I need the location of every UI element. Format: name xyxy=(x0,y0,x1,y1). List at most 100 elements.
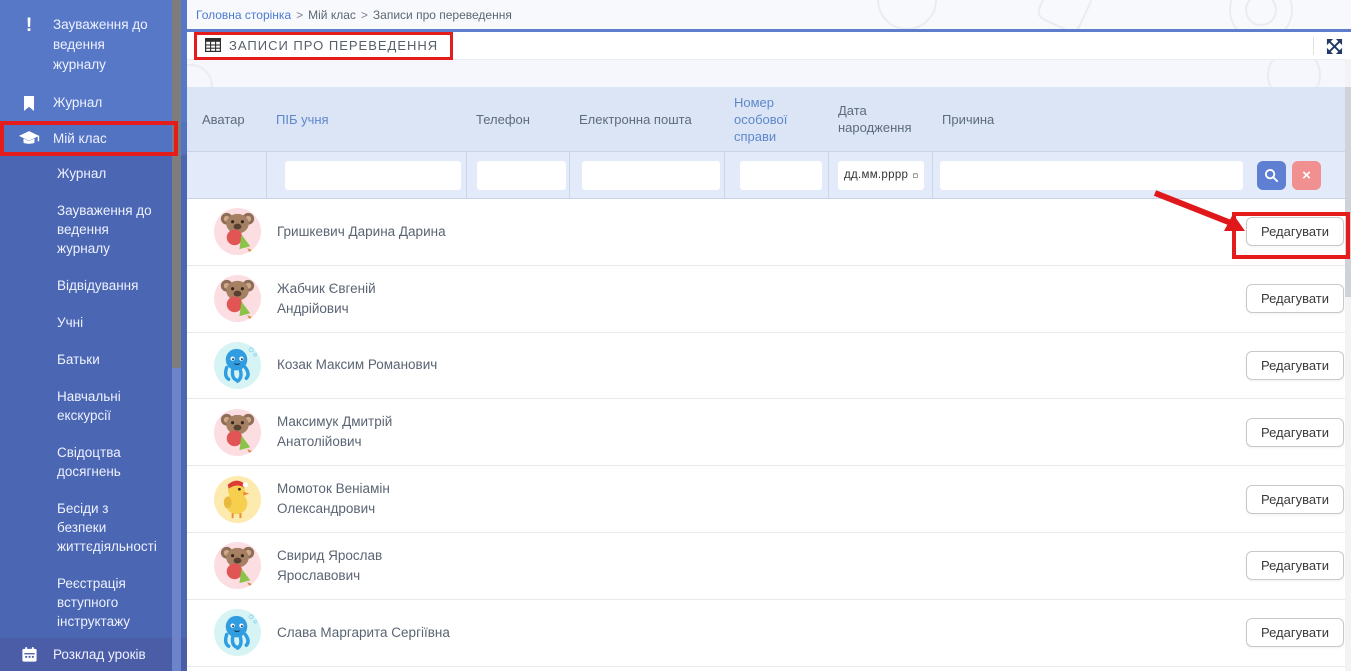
student-avatar xyxy=(214,542,261,589)
filter-cell-birthdate: дд.мм.рррр xyxy=(829,152,933,198)
table-row: Жабчик Євгеній Андрійович Редагувати xyxy=(187,266,1351,333)
watermark-doodle xyxy=(1229,0,1293,29)
column-header-avatar: Аватар xyxy=(187,87,267,151)
sidebar-item-label: Журнал xyxy=(53,93,102,113)
student-name: Козак Максим Романович xyxy=(267,333,467,399)
filter-cell-email xyxy=(570,152,725,198)
student-avatar xyxy=(214,476,261,523)
watermark-doodle xyxy=(1245,0,1277,26)
edit-button[interactable]: Редагувати xyxy=(1246,485,1344,514)
table-grid-icon xyxy=(205,38,221,52)
sidebar-sub-certificates[interactable]: Свідоцтва досягнень xyxy=(0,434,187,490)
column-header-file-number[interactable]: Номер особової справи xyxy=(725,87,829,151)
sidebar-scrollbar[interactable] xyxy=(172,0,181,671)
student-avatar xyxy=(214,208,261,255)
sidebar-sub-intro-briefing[interactable]: Реєстрація вступного інструктажу xyxy=(0,565,187,640)
sidebar-sub-attendance[interactable]: Відвідування xyxy=(0,267,187,304)
sidebar-sub-students[interactable]: Учні xyxy=(0,304,187,341)
column-header-reason: Причина xyxy=(933,87,1351,151)
watermark-doodle xyxy=(187,64,213,87)
calendar-icon xyxy=(14,646,44,663)
table-filter-row: дд.мм.рррр × xyxy=(187,151,1351,199)
breadcrumb-my-class: Мій клас xyxy=(308,8,356,22)
column-header-student-name[interactable]: ПІБ учня xyxy=(267,87,467,151)
sidebar-item-journal[interactable]: Журнал xyxy=(0,84,187,122)
table-body: Гришкевич Дарина Дарина Редагувати Жабчи… xyxy=(187,199,1351,667)
main-content: Головна сторінка > Мій клас > Записи про… xyxy=(187,0,1351,671)
panel-header: ЗАПИСИ ПРО ПЕРЕВЕДЕННЯ xyxy=(187,32,1351,60)
clear-filter-button[interactable]: × xyxy=(1292,161,1321,190)
column-header-phone: Телефон xyxy=(467,87,570,151)
filter-cell-phone xyxy=(467,152,570,198)
filter-cell-file-number xyxy=(725,152,829,198)
table-row: Слава Маргарита Сергіївна Редагувати xyxy=(187,600,1351,667)
table-row: Максимук Дмитрій Анатолійович Редагувати xyxy=(187,399,1351,466)
table-header-row: Аватар ПІБ учня Телефон Електронна пошта… xyxy=(187,87,1351,151)
sidebar-item-remarks-journal[interactable]: ! Зауваження до ведення журналу xyxy=(0,6,187,84)
search-icon xyxy=(1264,168,1279,183)
sidebar-sub-remarks[interactable]: Зауваження до ведення журналу xyxy=(0,192,187,267)
table-row: Гришкевич Дарина Дарина Редагувати xyxy=(187,199,1351,266)
watermark-doodle xyxy=(1034,0,1095,29)
graduation-cap-icon xyxy=(14,130,44,147)
filter-cell-name xyxy=(267,152,467,198)
filter-file-number-input[interactable] xyxy=(740,161,822,190)
calendar-icon xyxy=(913,170,918,181)
watermark-doodle xyxy=(1267,60,1321,87)
panel-spacer xyxy=(187,60,1351,87)
sidebar-sub-parents[interactable]: Батьки xyxy=(0,341,187,378)
table-row: Козак Максим Романович Редагувати xyxy=(187,333,1351,400)
student-avatar xyxy=(214,342,261,389)
student-name: Максимук Дмитрій Анатолійович xyxy=(267,399,467,465)
filter-cell-avatar xyxy=(187,152,267,198)
filter-phone-input[interactable] xyxy=(477,161,566,190)
edit-button[interactable]: Редагувати xyxy=(1246,217,1344,246)
breadcrumb: Головна сторінка > Мій клас > Записи про… xyxy=(187,0,1351,29)
filter-reason-input[interactable] xyxy=(940,161,1243,190)
exclamation-icon: ! xyxy=(14,15,44,35)
bookmark-icon xyxy=(14,93,44,112)
filter-email-input[interactable] xyxy=(582,161,720,190)
page-title: ЗАПИСИ ПРО ПЕРЕВЕДЕННЯ xyxy=(229,38,438,53)
student-avatar xyxy=(214,275,261,322)
watermark-doodle xyxy=(877,0,937,29)
student-name: Свирид Ярослав Ярославович xyxy=(267,533,467,599)
edit-button[interactable]: Редагувати xyxy=(1246,618,1344,647)
breadcrumb-current: Записи про переведення xyxy=(373,8,512,22)
edit-button[interactable]: Редагувати xyxy=(1246,418,1344,447)
student-name: Момоток Веніамін Олександрович xyxy=(267,466,467,532)
page: ! Зауваження до ведення журналу Журнал М… xyxy=(0,0,1351,671)
edit-button[interactable]: Редагувати xyxy=(1246,551,1344,580)
student-name: Слава Маргарита Сергіївна xyxy=(267,600,467,666)
column-header-birthdate: Дата народження xyxy=(829,87,933,151)
filter-name-input[interactable] xyxy=(285,161,461,190)
sidebar-item-label: Розклад уроків xyxy=(53,647,146,662)
sidebar-item-label: Мій клас xyxy=(53,131,107,146)
sidebar-item-label: Зауваження до ведення журналу xyxy=(53,15,161,75)
sidebar-sub-excursions[interactable]: Навчальні екскурсії xyxy=(0,378,187,434)
student-avatar xyxy=(214,409,261,456)
header-divider xyxy=(1313,37,1314,55)
page-scrollbar-thumb[interactable] xyxy=(1345,87,1351,297)
sidebar-scrollbar-thumb[interactable] xyxy=(172,0,181,368)
student-name: Гришкевич Дарина Дарина xyxy=(267,199,467,265)
edit-button[interactable]: Редагувати xyxy=(1246,284,1344,313)
column-header-email: Електронна пошта xyxy=(570,87,725,151)
search-button[interactable] xyxy=(1257,161,1286,190)
student-avatar xyxy=(214,609,261,656)
sidebar-item-my-class[interactable]: Мій клас xyxy=(0,122,187,155)
filter-cell-reason: × xyxy=(933,152,1351,198)
expand-icon[interactable] xyxy=(1323,35,1345,57)
breadcrumb-separator: > xyxy=(296,8,303,22)
edit-button[interactable]: Редагувати xyxy=(1246,351,1344,380)
student-name: Жабчик Євгеній Андрійович xyxy=(267,266,467,332)
filter-birthdate-input[interactable]: дд.мм.рррр xyxy=(838,161,924,190)
sidebar-item-schedule[interactable]: Розклад уроків xyxy=(0,638,187,671)
sidebar-sub-safety-talks[interactable]: Бесіди з безпеки життєдіяльності xyxy=(0,490,187,565)
page-scrollbar[interactable] xyxy=(1345,59,1351,671)
sidebar-sub-journal[interactable]: Журнал xyxy=(0,155,187,192)
sidebar: ! Зауваження до ведення журналу Журнал М… xyxy=(0,0,187,671)
sidebar-submenu: Журнал Зауваження до ведення журналу Від… xyxy=(0,155,187,671)
breadcrumb-home-link[interactable]: Головна сторінка xyxy=(196,8,291,22)
sidebar-top-section: ! Зауваження до ведення журналу Журнал xyxy=(0,0,187,122)
